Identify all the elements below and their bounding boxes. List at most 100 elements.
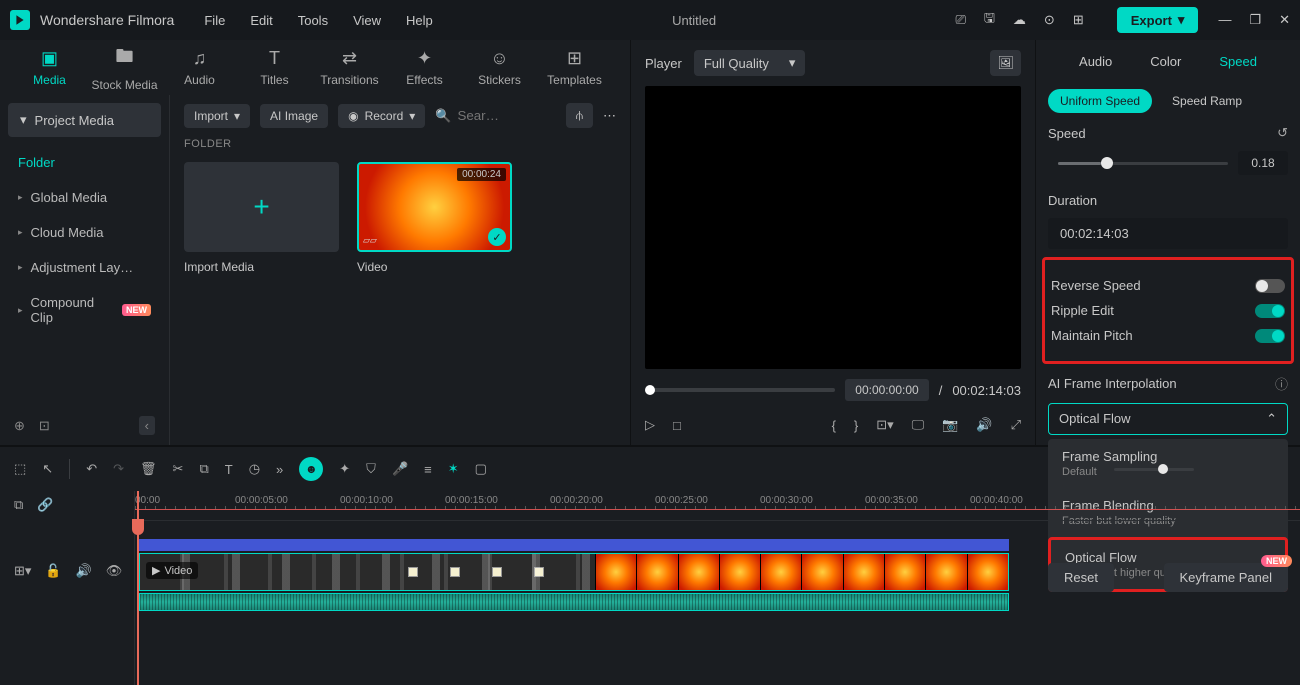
tab-audio-props[interactable]: Audio — [1079, 54, 1112, 79]
display-icon[interactable]: 🖵 — [912, 417, 925, 433]
folder-label[interactable]: Folder — [0, 145, 169, 180]
tab-media[interactable]: ▣Media — [12, 48, 87, 87]
info-icon[interactable]: ⓘ — [1275, 374, 1288, 393]
subtab-speed-ramp[interactable]: Speed Ramp — [1160, 89, 1254, 113]
sidebar-item-compound-clip[interactable]: ▸Compound ClipNEW — [0, 285, 169, 335]
snapshot-icon[interactable]: 🖼 — [990, 50, 1021, 76]
tab-color-props[interactable]: Color — [1150, 54, 1181, 79]
menu-view[interactable]: View — [353, 13, 381, 28]
menu-help[interactable]: Help — [406, 13, 433, 28]
export-button[interactable]: Export▾ — [1117, 7, 1199, 33]
video-thumb[interactable]: 00:00:24 ▱▱ ✓ — [357, 162, 512, 252]
camera-icon[interactable]: 📷 — [942, 417, 958, 433]
tab-titles[interactable]: TTitles — [237, 48, 312, 87]
sidebar-item-adjustment-layer[interactable]: ▸Adjustment Lay… — [0, 250, 169, 285]
scrubber-handle[interactable] — [645, 385, 655, 395]
speed-value[interactable]: 0.18 — [1238, 151, 1288, 175]
tab-speed-props[interactable]: Speed — [1219, 54, 1257, 79]
mark-out-icon[interactable]: } — [854, 418, 858, 433]
ripple-toggle[interactable] — [1255, 304, 1285, 318]
more-tool-icon[interactable]: » — [276, 462, 283, 477]
link-icon[interactable]: 🔗 — [37, 497, 53, 513]
cut-icon[interactable]: ✂ — [173, 461, 184, 477]
tab-effects[interactable]: ✦Effects — [387, 48, 462, 87]
timeline-tracks[interactable]: 00:00 00:00:05:00 00:00:10:00 00:00:15:0… — [135, 491, 1300, 685]
zoom-slider[interactable] — [1114, 468, 1194, 471]
sidebar-item-global-media[interactable]: ▸Global Media — [0, 180, 169, 215]
ai-image-button[interactable]: AI Image — [260, 104, 328, 128]
scrubber[interactable] — [645, 388, 835, 392]
ruler[interactable]: 00:00 00:00:05:00 00:00:10:00 00:00:15:0… — [135, 493, 1300, 521]
project-media-button[interactable]: ▾Project Media — [8, 103, 161, 137]
more-icon[interactable]: ⋯ — [603, 108, 616, 124]
search-input[interactable] — [457, 108, 517, 123]
interp-select[interactable]: Optical Flow⌃ — [1048, 403, 1288, 435]
reverse-toggle[interactable] — [1255, 279, 1285, 293]
pointer-icon[interactable]: ⬚ — [14, 461, 26, 477]
delete-icon[interactable]: 🗑 — [140, 461, 157, 477]
video-clip[interactable]: ▶Video — [139, 553, 1009, 591]
zoom-knob[interactable] — [1158, 464, 1168, 474]
list-icon[interactable]: ≡ — [424, 462, 432, 477]
tab-stock-media[interactable]: 🖿Stock Media — [87, 44, 162, 92]
copy-track-icon[interactable]: ⧉ — [14, 497, 23, 513]
undo-icon[interactable]: ↶ — [86, 461, 97, 477]
reset-speed-icon[interactable]: ↺ — [1277, 125, 1288, 141]
track-menu-icon[interactable]: ⊞▾ — [14, 563, 31, 579]
split-icon[interactable]: ✶ — [448, 461, 459, 477]
interp-opt-frame-sampling[interactable]: Frame SamplingDefault — [1048, 439, 1288, 488]
select-icon[interactable]: ↖ — [42, 461, 53, 477]
minimize-icon[interactable]: — — [1218, 12, 1231, 28]
marker-icon[interactable]: ▢ — [475, 461, 487, 477]
headphones-icon[interactable]: ⊙ — [1044, 12, 1055, 28]
ai-icon[interactable]: ☻ — [299, 457, 323, 481]
tab-templates[interactable]: ⊞Templates — [537, 48, 612, 87]
link-folder-icon[interactable]: ⊡ — [39, 418, 50, 434]
import-thumb[interactable]: + — [184, 162, 339, 252]
text-icon[interactable]: T — [225, 462, 233, 477]
speed-slider-knob[interactable] — [1101, 157, 1113, 169]
sidebar-item-cloud-media[interactable]: ▸Cloud Media — [0, 215, 169, 250]
collapse-sidebar-icon[interactable]: ‹ — [139, 416, 155, 435]
preview-viewport[interactable] — [645, 86, 1021, 369]
tab-stickers[interactable]: ☺Stickers — [462, 48, 537, 87]
sparkle-icon[interactable]: ✦ — [339, 461, 350, 477]
mark-in-icon[interactable]: { — [832, 418, 836, 433]
import-media-item[interactable]: + Import Media — [184, 162, 339, 274]
ratio-icon[interactable]: ⊡▾ — [876, 417, 893, 433]
apps-icon[interactable]: ⊞ — [1073, 12, 1084, 28]
fullscreen-icon[interactable]: ⤢ — [1011, 417, 1021, 433]
save-icon[interactable]: 🖫 — [984, 9, 995, 31]
menu-tools[interactable]: Tools — [298, 13, 328, 28]
volume-icon[interactable]: 🔊 — [976, 417, 992, 433]
redo-icon[interactable]: ↷ — [113, 461, 124, 477]
quality-select[interactable]: Full Quality▾ — [694, 50, 806, 76]
subtab-uniform-speed[interactable]: Uniform Speed — [1048, 89, 1152, 113]
maximize-icon[interactable]: ❐ — [1249, 12, 1261, 28]
filter-icon[interactable]: ⫛ — [566, 103, 593, 128]
lock-icon[interactable]: 🔓 — [45, 563, 61, 579]
menu-file[interactable]: File — [204, 13, 225, 28]
audio-clip[interactable] — [139, 593, 1009, 611]
stop-icon[interactable]: □ — [673, 418, 681, 433]
screen-icon[interactable]: ⎚ — [955, 12, 965, 28]
cloud-icon[interactable]: ☁ — [1013, 12, 1026, 28]
speed-tool-icon[interactable]: ◷ — [249, 461, 260, 477]
crop-icon[interactable]: ⧉ — [199, 461, 208, 477]
close-icon[interactable]: ✕ — [1279, 12, 1290, 28]
import-button[interactable]: Import▾ — [184, 104, 250, 128]
video-media-item[interactable]: 00:00:24 ▱▱ ✓ Video — [357, 162, 512, 274]
play-icon[interactable]: ▷ — [645, 417, 655, 433]
menu-edit[interactable]: Edit — [250, 13, 272, 28]
search-box[interactable]: 🔍 — [435, 108, 556, 124]
eye-icon[interactable]: 👁 — [106, 563, 123, 579]
pitch-toggle[interactable] — [1255, 329, 1285, 343]
record-button[interactable]: ◉Record▾ — [338, 104, 425, 128]
tab-transitions[interactable]: ⇄Transitions — [312, 48, 387, 87]
tab-audio[interactable]: ♫Audio — [162, 48, 237, 87]
bookmark-icon[interactable]: ⛉ — [366, 461, 376, 477]
mute-icon[interactable]: 🔊 — [76, 563, 92, 579]
duration-input[interactable]: 00:02:14:03 — [1048, 218, 1288, 249]
mic-icon[interactable]: 🎤 — [392, 461, 408, 477]
add-folder-icon[interactable]: ⊕ — [14, 418, 25, 434]
